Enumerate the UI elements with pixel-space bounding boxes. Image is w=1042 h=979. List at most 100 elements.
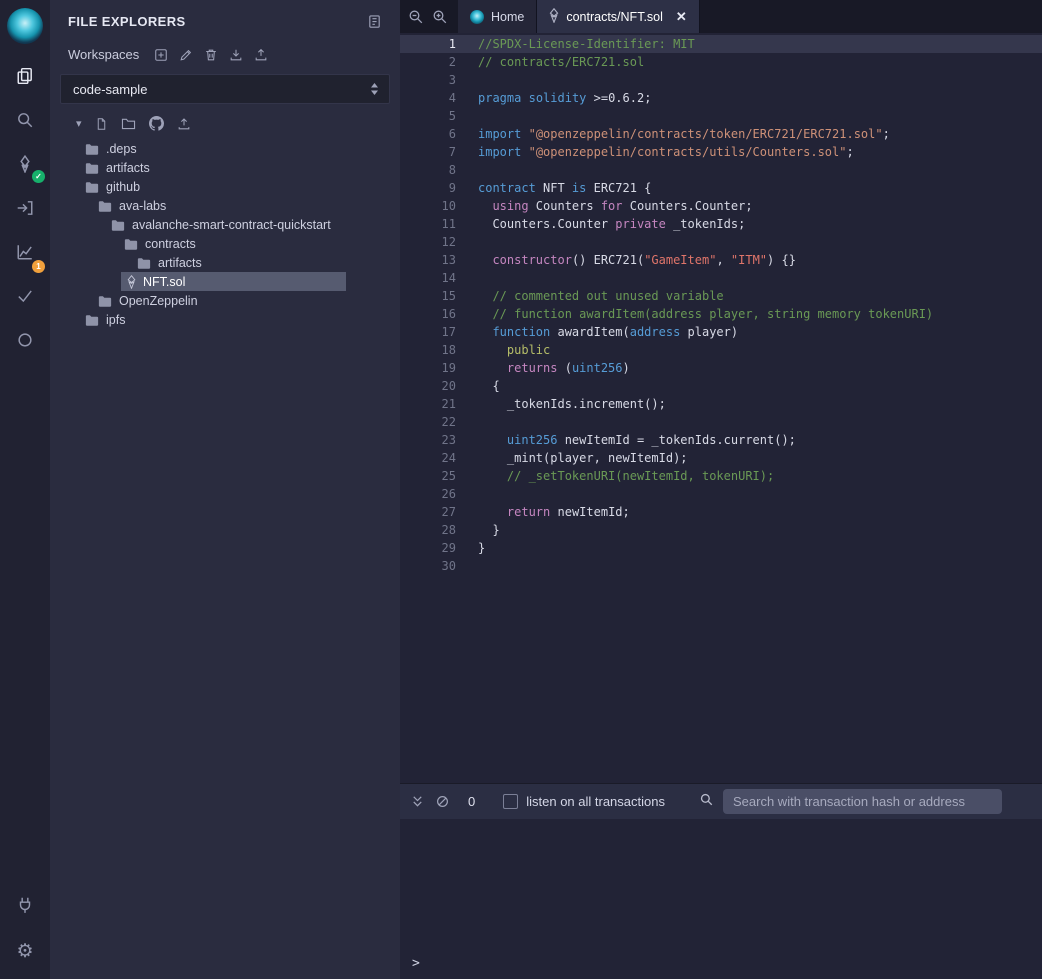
code-line[interactable]: 18 public xyxy=(400,341,1042,359)
tree-item-artifacts[interactable]: artifacts xyxy=(50,158,400,177)
transaction-search-input[interactable] xyxy=(723,789,1002,814)
search-icon xyxy=(16,111,34,134)
code-line[interactable]: 13 constructor() ERC721("GameItem", "ITM… xyxy=(400,251,1042,269)
code-editor[interactable]: 1//SPDX-License-Identifier: MIT2// contr… xyxy=(400,33,1042,783)
tree-item-contracts[interactable]: contracts xyxy=(50,234,400,253)
tree-item-ipfs[interactable]: ipfs xyxy=(50,310,400,329)
code-line[interactable]: 19 returns (uint256) xyxy=(400,359,1042,377)
code-text: _tokenIds.increment(); xyxy=(478,395,666,413)
tree-item-ava-labs[interactable]: ava-labs xyxy=(50,196,400,215)
code-line[interactable]: 28 } xyxy=(400,521,1042,539)
restore-workspace-icon[interactable] xyxy=(254,48,268,62)
tab-home[interactable]: Home xyxy=(458,0,537,33)
remix-logo[interactable] xyxy=(7,8,43,44)
code-line[interactable]: 23 uint256 newItemId = _tokenIds.current… xyxy=(400,431,1042,449)
upload-file-icon[interactable] xyxy=(177,117,191,131)
tree-item-label: contracts xyxy=(145,237,196,251)
clear-console-icon[interactable] xyxy=(435,794,450,809)
rename-workspace-icon[interactable] xyxy=(179,48,193,62)
line-number: 17 xyxy=(400,323,478,341)
plugin-manager-icon-button[interactable] xyxy=(0,885,50,929)
code-line[interactable]: 4pragma solidity >=0.6.2; xyxy=(400,89,1042,107)
line-number: 27 xyxy=(400,503,478,521)
new-folder-icon[interactable] xyxy=(121,117,136,130)
file-explorer-icon-button[interactable] xyxy=(0,56,50,100)
code-line[interactable]: 22 xyxy=(400,413,1042,431)
code-line[interactable]: 14 xyxy=(400,269,1042,287)
code-line[interactable]: 5 xyxy=(400,107,1042,125)
tree-item--deps[interactable]: .deps xyxy=(50,139,400,158)
deploy-run-icon-button[interactable] xyxy=(0,188,50,232)
code-line[interactable]: 1//SPDX-License-Identifier: MIT xyxy=(400,35,1042,53)
search-icon-button[interactable] xyxy=(0,100,50,144)
workspace-select[interactable]: code-sample xyxy=(60,74,390,104)
changelog-icon[interactable] xyxy=(367,14,382,29)
line-number: 18 xyxy=(400,341,478,359)
code-text: using Counters for Counters.Counter; xyxy=(478,197,753,215)
transaction-count: 0 xyxy=(468,794,475,809)
line-number: 24 xyxy=(400,449,478,467)
code-line[interactable]: 15 // commented out unused variable xyxy=(400,287,1042,305)
code-line[interactable]: 10 using Counters for Counters.Counter; xyxy=(400,197,1042,215)
listen-transactions-checkbox[interactable] xyxy=(503,794,518,809)
tree-item-avalanche-smart-contract-quickstart[interactable]: avalanche-smart-contract-quickstart xyxy=(50,215,400,234)
code-line[interactable]: 16 // function awardItem(address player,… xyxy=(400,305,1042,323)
download-workspace-icon[interactable] xyxy=(229,48,243,62)
tree-item-nft-sol[interactable]: NFT.sol xyxy=(50,272,400,291)
code-line[interactable]: 7import "@openzeppelin/contracts/utils/C… xyxy=(400,143,1042,161)
delete-workspace-icon[interactable] xyxy=(204,48,218,62)
line-number: 19 xyxy=(400,359,478,377)
code-line[interactable]: 27 return newItemId; xyxy=(400,503,1042,521)
code-line[interactable]: 21 _tokenIds.increment(); xyxy=(400,395,1042,413)
zoom-out-icon[interactable] xyxy=(408,9,424,25)
code-line[interactable]: 8 xyxy=(400,161,1042,179)
line-number: 7 xyxy=(400,143,478,161)
code-text: uint256 newItemId = _tokenIds.current(); xyxy=(478,431,796,449)
tab-contracts-nft-sol[interactable]: contracts/NFT.sol ✕ xyxy=(537,0,699,33)
new-file-icon[interactable] xyxy=(95,117,108,131)
code-line[interactable]: 3 xyxy=(400,71,1042,89)
code-line[interactable]: 25 // _setTokenURI(newItemId, tokenURI); xyxy=(400,467,1042,485)
tree-item-label: NFT.sol xyxy=(143,275,185,289)
code-line[interactable]: 17 function awardItem(address player) xyxy=(400,323,1042,341)
line-number: 5 xyxy=(400,107,478,125)
sourcify-icon-button[interactable] xyxy=(0,320,50,364)
expand-terminal-icon[interactable] xyxy=(410,794,425,809)
tree-item-artifacts[interactable]: artifacts xyxy=(50,253,400,272)
collapse-tree-chevron-icon[interactable]: ▾ xyxy=(76,117,82,130)
tab-label: Home xyxy=(491,10,524,24)
code-text: } xyxy=(478,539,485,557)
folder-icon xyxy=(124,238,138,250)
solidity-compiler-icon-button[interactable]: ✓ xyxy=(0,144,50,188)
solidity-analyzer-icon-button[interactable] xyxy=(0,276,50,320)
github-icon[interactable] xyxy=(149,116,164,131)
zoom-controls xyxy=(400,0,458,33)
code-line[interactable]: 2// contracts/ERC721.sol xyxy=(400,53,1042,71)
code-line[interactable]: 26 xyxy=(400,485,1042,503)
code-line[interactable]: 24 _mint(player, newItemId); xyxy=(400,449,1042,467)
code-line[interactable]: 9contract NFT is ERC721 { xyxy=(400,179,1042,197)
create-workspace-icon[interactable] xyxy=(154,48,168,62)
code-line[interactable]: 11 Counters.Counter private _tokenIds; xyxy=(400,215,1042,233)
folder-icon xyxy=(98,295,112,307)
listen-transactions-label: listen on all transactions xyxy=(526,794,665,809)
code-line[interactable]: 6import "@openzeppelin/contracts/token/E… xyxy=(400,125,1042,143)
tree-item-openzeppelin[interactable]: OpenZeppelin xyxy=(50,291,400,310)
tree-item-github[interactable]: github xyxy=(50,177,400,196)
code-line[interactable]: 30 xyxy=(400,557,1042,575)
line-number: 6 xyxy=(400,125,478,143)
statistics-icon-button[interactable]: 1 xyxy=(0,232,50,276)
terminal-prompt[interactable]: > xyxy=(400,956,1042,979)
terminal-panel[interactable]: > xyxy=(400,819,1042,979)
code-line[interactable]: 20 { xyxy=(400,377,1042,395)
code-line[interactable]: 29} xyxy=(400,539,1042,557)
line-number: 14 xyxy=(400,269,478,287)
code-line[interactable]: 12 xyxy=(400,233,1042,251)
tree-item-label: .deps xyxy=(106,142,137,156)
settings-gear-icon-button[interactable]: ⚙ xyxy=(0,929,50,973)
close-icon[interactable]: ✕ xyxy=(676,9,687,25)
zoom-in-icon[interactable] xyxy=(432,9,448,25)
remix-logo-icon xyxy=(470,10,484,24)
code-text: import "@openzeppelin/contracts/utils/Co… xyxy=(478,143,854,161)
line-number: 28 xyxy=(400,521,478,539)
